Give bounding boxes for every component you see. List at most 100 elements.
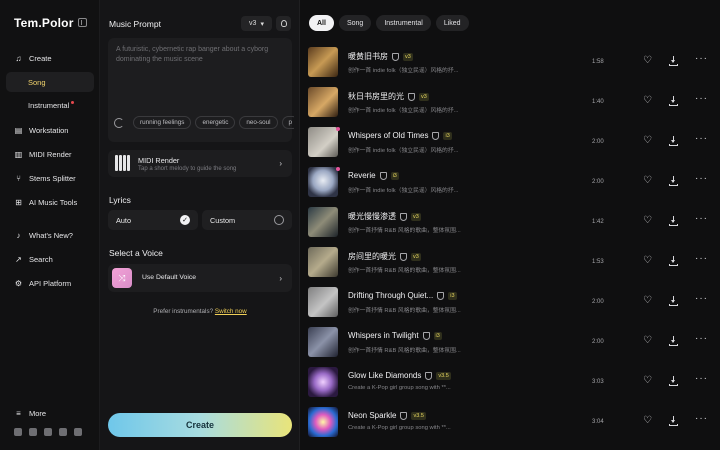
song-title[interactable]: Whispers in Twilight bbox=[348, 331, 419, 340]
tag-chip[interactable]: neo-soul bbox=[239, 116, 278, 129]
more-options-icon[interactable]: ··· bbox=[695, 93, 708, 104]
download-icon[interactable] bbox=[669, 256, 679, 266]
song-title[interactable]: Glow Like Diamonds bbox=[348, 371, 421, 380]
heart-icon[interactable]: ♡ bbox=[643, 336, 652, 346]
song-row[interactable]: 暖光慢慢渗透 v3 创作一首抒情 R&B 风格的歌曲，整体氛围... 1:42 … bbox=[308, 207, 720, 241]
instagram-icon[interactable] bbox=[44, 428, 52, 436]
more-options-icon[interactable]: ··· bbox=[695, 53, 708, 64]
more-options-icon[interactable]: ··· bbox=[695, 133, 708, 144]
download-icon[interactable] bbox=[669, 176, 679, 186]
song-duration: 1:58 bbox=[592, 59, 604, 65]
sidebar-item-whats-new[interactable]: ♪ What's New? bbox=[14, 228, 73, 242]
sidebar-item-more[interactable]: ≡ More bbox=[14, 406, 46, 420]
heart-icon[interactable]: ♡ bbox=[643, 256, 652, 266]
download-icon[interactable] bbox=[669, 336, 679, 346]
more-options-icon[interactable]: ··· bbox=[695, 413, 708, 424]
collapse-sidebar-icon[interactable] bbox=[78, 18, 87, 27]
song-title[interactable]: Reverie bbox=[348, 171, 376, 180]
song-row[interactable]: 秋日书房里的光 v3 创作一首 indie folk（独立民谣）风格的抒... … bbox=[308, 87, 720, 121]
sidebar-item-midi-render[interactable]: ▥ MIDI Render bbox=[14, 147, 72, 161]
song-row[interactable]: Reverie i3 创作一首 indie folk（独立民谣）风格的抒... … bbox=[308, 167, 720, 201]
more-options-icon[interactable]: ··· bbox=[695, 213, 708, 224]
heart-icon[interactable]: ♡ bbox=[643, 56, 652, 66]
download-icon[interactable] bbox=[669, 376, 679, 386]
song-cover[interactable] bbox=[308, 87, 338, 117]
song-cover[interactable] bbox=[308, 127, 338, 157]
song-title[interactable]: 秋日书房里的光 bbox=[348, 91, 404, 102]
song-duration: 2:00 bbox=[592, 139, 604, 145]
heart-icon[interactable]: ♡ bbox=[643, 376, 652, 386]
sidebar-item-api-platform[interactable]: ⚙ API Platform bbox=[14, 276, 71, 290]
song-title[interactable]: 暖光慢慢渗透 bbox=[348, 211, 396, 222]
song-title[interactable]: 暖黄旧书房 bbox=[348, 51, 388, 62]
heart-icon[interactable]: ♡ bbox=[643, 296, 652, 306]
sidebar-item-ai-music-tools[interactable]: ⊞ AI Music Tools bbox=[14, 195, 77, 209]
app-logo[interactable]: Tem.Polor bbox=[14, 16, 74, 30]
youtube-icon[interactable] bbox=[14, 428, 22, 436]
tiktok-icon[interactable] bbox=[59, 428, 67, 436]
more-options-icon[interactable]: ··· bbox=[695, 373, 708, 384]
bell-icon: ♪ bbox=[16, 230, 21, 240]
download-icon[interactable] bbox=[669, 56, 679, 66]
more-options-icon[interactable]: ··· bbox=[695, 253, 708, 264]
song-row[interactable]: Neon Sparkle v3.5 Create a K-Pop girl gr… bbox=[308, 407, 720, 441]
version-select[interactable]: v3 ▾ bbox=[241, 16, 272, 31]
song-cover[interactable] bbox=[308, 287, 338, 317]
heart-icon[interactable]: ♡ bbox=[643, 416, 652, 426]
song-cover[interactable] bbox=[308, 47, 338, 77]
more-options-icon[interactable]: ··· bbox=[695, 173, 708, 184]
tag-chip[interactable]: running feelings bbox=[133, 116, 192, 129]
midi-render-card[interactable]: MIDI Render Tap a short melody to guide … bbox=[108, 150, 292, 177]
song-cover[interactable] bbox=[308, 367, 338, 397]
download-icon[interactable] bbox=[669, 216, 679, 226]
song-row[interactable]: 暖黄旧书房 v3 创作一首 indie folk（独立民谣）风格的抒... 1:… bbox=[308, 47, 720, 81]
song-title[interactable]: 房间里的暖光 bbox=[348, 251, 396, 262]
x-icon[interactable] bbox=[29, 428, 37, 436]
download-icon[interactable] bbox=[669, 416, 679, 426]
lyrics-auto-option[interactable]: Auto ✓ bbox=[108, 210, 198, 230]
prompt-input[interactable]: A futuristic, cybernetic rap banger abou… bbox=[108, 38, 294, 142]
filter-instrumental[interactable]: Instrumental bbox=[376, 15, 431, 31]
filter-liked[interactable]: Liked bbox=[435, 15, 469, 31]
sidebar-item-create[interactable]: ♫ Create bbox=[14, 51, 52, 65]
inspiration-button[interactable] bbox=[276, 16, 291, 31]
filter-song[interactable]: Song bbox=[338, 15, 372, 31]
sidebar-item-instrumental[interactable]: Instrumental bbox=[6, 95, 94, 115]
song-row[interactable]: Glow Like Diamonds v3.5 Create a K-Pop g… bbox=[308, 367, 720, 401]
sidebar-item-song[interactable]: Song bbox=[6, 72, 94, 92]
heart-icon[interactable]: ♡ bbox=[643, 136, 652, 146]
more-options-icon[interactable]: ··· bbox=[695, 333, 708, 344]
song-title[interactable]: Neon Sparkle bbox=[348, 411, 396, 420]
song-cover[interactable] bbox=[308, 327, 338, 357]
song-title[interactable]: Drifting Through Quiet... bbox=[348, 291, 433, 300]
sidebar-item-stems-splitter[interactable]: ⑂ Stems Splitter bbox=[14, 171, 76, 185]
more-options-icon[interactable]: ··· bbox=[695, 293, 708, 304]
heart-icon[interactable]: ♡ bbox=[643, 96, 652, 106]
tag-chip[interactable]: p bbox=[281, 116, 294, 129]
sidebar-item-workstation[interactable]: ▤ Workstation bbox=[14, 123, 69, 137]
song-row[interactable]: Whispers of Old Times i3 创作一首 indie folk… bbox=[308, 127, 720, 161]
voice-select-card[interactable]: ⤨ Use Default Voice › bbox=[108, 264, 292, 292]
song-row[interactable]: Drifting Through Quiet... i3 创作一首抒情 R&B … bbox=[308, 287, 720, 321]
filter-all[interactable]: All bbox=[309, 15, 334, 31]
song-cover[interactable] bbox=[308, 407, 338, 437]
tag-chip[interactable]: energetic bbox=[195, 116, 236, 129]
song-cover[interactable] bbox=[308, 247, 338, 277]
lyrics-custom-option[interactable]: Custom bbox=[202, 210, 292, 230]
song-row[interactable]: Whispers in Twilight i3 创作一首抒情 R&B 风格的歌曲… bbox=[308, 327, 720, 361]
sidebar-item-search[interactable]: ↗ Search bbox=[14, 252, 53, 266]
switch-now-link[interactable]: Switch now bbox=[215, 308, 247, 315]
song-description: 创作一首 indie folk（独立民谣）风格的抒... bbox=[348, 148, 459, 154]
refresh-icon[interactable] bbox=[114, 117, 124, 128]
song-row[interactable]: 房间里的暖光 v3 创作一首抒情 R&B 风格的歌曲，整体氛围... 1:53 … bbox=[308, 247, 720, 281]
discord-icon[interactable] bbox=[74, 428, 82, 436]
song-title[interactable]: Whispers of Old Times bbox=[348, 131, 428, 140]
create-button[interactable]: Create bbox=[108, 413, 292, 437]
song-cover[interactable] bbox=[308, 207, 338, 237]
heart-icon[interactable]: ♡ bbox=[643, 216, 652, 226]
song-cover[interactable] bbox=[308, 167, 338, 197]
download-icon[interactable] bbox=[669, 296, 679, 306]
download-icon[interactable] bbox=[669, 136, 679, 146]
heart-icon[interactable]: ♡ bbox=[643, 176, 652, 186]
download-icon[interactable] bbox=[669, 96, 679, 106]
